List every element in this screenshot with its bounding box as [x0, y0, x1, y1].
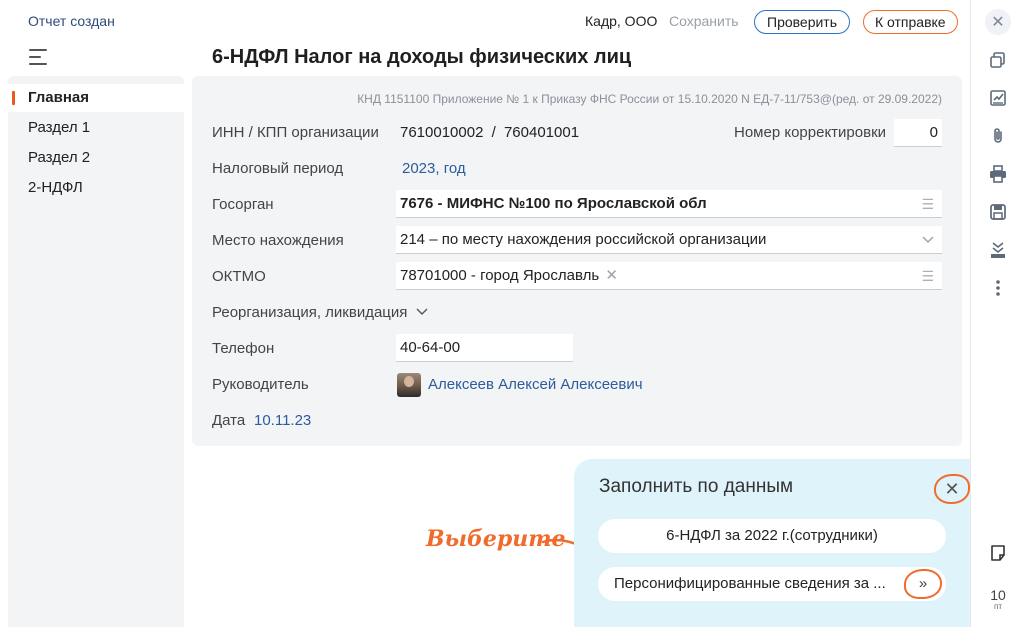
reorg-toggle[interactable]: Реорганизация, ликвидация — [212, 304, 428, 321]
gosorgan-field[interactable]: 7676 - МИФНС №100 по Ярославской обл ☰ — [396, 190, 942, 218]
inn-value[interactable]: 7610010002 / 760401001 — [400, 124, 579, 141]
check-button[interactable]: Проверить — [754, 10, 851, 34]
list-icon[interactable]: ☰ — [921, 190, 934, 218]
date-link[interactable]: 10.11.23 — [254, 412, 311, 429]
attach-icon[interactable] — [986, 124, 1010, 148]
sidebar: Главная Раздел 1 Раздел 2 2-НДФЛ — [8, 76, 184, 627]
date-number: 10 — [990, 587, 1006, 603]
period-link[interactable]: 2023, год — [402, 160, 466, 177]
copy-icon[interactable] — [986, 48, 1010, 72]
sidebar-item-main[interactable]: Главная — [8, 84, 184, 112]
correction-label: Номер корректировки — [734, 124, 887, 141]
inn-label: ИНН / КПП организации — [212, 124, 379, 141]
fill-option-ndfl[interactable]: 6-НДФЛ за 2022 г.(сотрудники) — [598, 519, 946, 553]
phone-label: Телефон — [212, 340, 275, 357]
head-link[interactable]: Алексеев Алексей Алексеевич — [428, 376, 643, 393]
avatar — [397, 373, 421, 397]
inn-number[interactable]: 7610010002 — [400, 124, 483, 141]
fill-by-data-panel: Заполнить по данным ✕ 6-НДФЛ за 2022 г.(… — [574, 459, 970, 627]
form-panel: КНД 1151100 Приложение № 1 к Приказу ФНС… — [192, 76, 962, 446]
fill-option-personal-label: Персонифицированные сведения за ... — [614, 575, 886, 592]
save-button[interactable]: Сохранить — [669, 13, 739, 29]
list-icon[interactable]: ☰ — [921, 262, 934, 290]
clear-icon[interactable]: ✕ — [605, 267, 618, 284]
fill-option-personal[interactable]: Персонифицированные сведения за ... » — [598, 567, 946, 601]
fill-panel-title: Заполнить по данным — [599, 476, 794, 497]
place-label: Место нахождения — [212, 232, 344, 249]
kpp-number[interactable]: 760401001 — [504, 124, 579, 141]
download-icon[interactable] — [986, 238, 1010, 262]
page-title: 6-НДФЛ Налог на доходы физических лиц — [212, 46, 632, 68]
gosorgan-label: Госорган — [212, 196, 274, 213]
calendar-date[interactable]: 10 пт — [984, 588, 1012, 612]
send-button[interactable]: К отправке — [863, 10, 958, 34]
oktmo-label: ОКТМО — [212, 268, 266, 285]
oktmo-value: 78701000 - город Ярославль — [400, 267, 600, 284]
more-icon[interactable] — [986, 276, 1010, 300]
head-label: Руководитель — [212, 376, 309, 393]
correction-input[interactable]: 0 — [894, 119, 942, 147]
chevron-down-icon[interactable] — [922, 226, 934, 254]
org-name[interactable]: Кадр, ООО — [585, 13, 657, 29]
right-rail: ✕ 10 пт — [970, 0, 1024, 627]
knd-note: КНД 1151100 Приложение № 1 к Приказу ФНС… — [357, 92, 942, 106]
oktmo-field[interactable]: 78701000 - город Ярославль ✕ ☰ — [396, 262, 942, 290]
sidebar-item-section1[interactable]: Раздел 1 — [8, 114, 184, 142]
reorg-label: Реорганизация, ликвидация — [212, 304, 408, 321]
inn-separator: / — [491, 124, 496, 141]
close-icon[interactable]: ✕ — [985, 9, 1011, 35]
date-weekday: пт — [994, 602, 1002, 611]
place-select[interactable]: 214 – по месту нахождения российской орг… — [396, 226, 942, 254]
sidebar-item-2ndfl[interactable]: 2-НДФЛ — [8, 174, 184, 202]
sidebar-item-section2[interactable]: Раздел 2 — [8, 144, 184, 172]
save-icon[interactable] — [986, 200, 1010, 224]
place-value: 214 – по месту нахождения российской орг… — [400, 231, 767, 248]
signature-icon[interactable] — [986, 86, 1010, 110]
more-button[interactable]: » — [904, 569, 942, 599]
menu-icon[interactable] — [29, 49, 47, 65]
gosorgan-value: 7676 - МИФНС №100 по Ярославской обл — [400, 195, 707, 212]
close-icon[interactable]: ✕ — [934, 474, 970, 504]
print-icon[interactable] — [986, 162, 1010, 186]
report-status: Отчет создан — [28, 13, 115, 29]
top-bar: Отчет создан Кадр, ООО Сохранить Провери… — [0, 0, 970, 44]
phone-input[interactable]: 40-64-00 — [396, 334, 573, 362]
note-icon[interactable] — [986, 541, 1010, 565]
chevron-down-icon — [416, 308, 428, 315]
date-label: Дата — [212, 412, 246, 429]
period-label: Налоговый период — [212, 160, 344, 177]
